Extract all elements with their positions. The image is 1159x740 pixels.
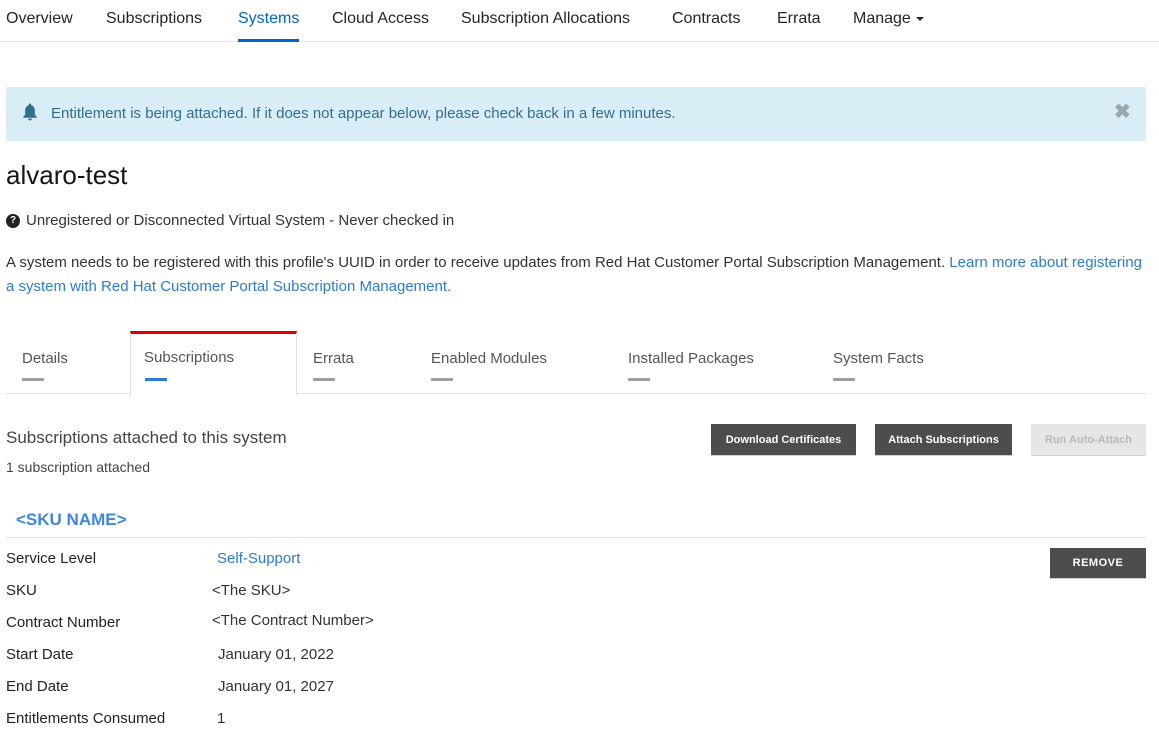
field-label-end-date: End Date: [6, 678, 69, 695]
caret-down-icon: [915, 16, 924, 21]
close-icon[interactable]: ✖: [1114, 101, 1131, 123]
question-circle-icon: ?: [6, 213, 20, 228]
tab-indicator: [22, 378, 44, 381]
page-title: alvaro-test: [6, 160, 128, 190]
field-value-contract-number: <The Contract Number>: [212, 612, 374, 629]
tab-label: Enabled Modules: [431, 350, 547, 367]
tab-installed-packages[interactable]: Installed Packages: [611, 331, 811, 394]
field-label-entitlements-consumed: Entitlements Consumed: [6, 710, 166, 727]
field-value-end-date: January 01, 2027: [218, 678, 334, 695]
bell-icon: [23, 103, 37, 121]
nav-cloud-access[interactable]: Cloud Access: [332, 10, 429, 41]
top-navigation: Overview Subscriptions Systems Cloud Acc…: [0, 0, 1159, 42]
section-title: Subscriptions attached to this system: [6, 428, 287, 447]
tab-indicator: [313, 378, 335, 381]
field-label-sku: SKU: [6, 582, 37, 599]
field-label-start-date: Start Date: [6, 646, 74, 663]
info-alert: Entitlement is being attached. If it doe…: [6, 87, 1146, 141]
tab-enabled-modules[interactable]: Enabled Modules: [415, 331, 611, 394]
system-tabs: Details Subscriptions Errata Enabled Mod…: [6, 331, 1146, 395]
nav-errata[interactable]: Errata: [777, 10, 821, 41]
nav-manage-dropdown[interactable]: Manage: [853, 10, 924, 41]
tab-errata[interactable]: Errata: [297, 331, 415, 394]
download-certificates-button[interactable]: Download Certificates: [711, 424, 856, 456]
nav-manage-label: Manage: [853, 10, 911, 27]
nav-subscription-allocations[interactable]: Subscription Allocations: [461, 10, 630, 41]
tab-indicator: [145, 378, 167, 381]
alert-message: Entitlement is being attached. If it doe…: [51, 105, 676, 122]
field-value-start-date: January 01, 2022: [218, 646, 334, 663]
remove-subscription-button[interactable]: REMOVE: [1050, 548, 1146, 579]
nav-subscriptions[interactable]: Subscriptions: [106, 10, 202, 41]
subscription-count: 1 subscription attached: [6, 459, 150, 475]
system-status: ? Unregistered or Disconnected Virtual S…: [6, 212, 454, 229]
tab-label: Installed Packages: [628, 350, 754, 367]
field-label-service-level: Service Level: [6, 550, 97, 567]
system-status-text: Unregistered or Disconnected Virtual Sys…: [26, 212, 455, 229]
attach-subscriptions-button[interactable]: Attach Subscriptions: [875, 424, 1012, 456]
nav-contracts[interactable]: Contracts: [672, 10, 740, 41]
tab-indicator: [833, 378, 855, 381]
field-value-entitlements-consumed: 1: [217, 710, 226, 727]
service-level-link[interactable]: Self-Support: [217, 550, 300, 567]
tab-label: Subscriptions: [144, 349, 235, 366]
tab-subscriptions[interactable]: Subscriptions: [130, 331, 297, 395]
tab-label: Errata: [313, 350, 354, 367]
tab-system-facts[interactable]: System Facts: [811, 331, 971, 394]
field-label-contract-number: Contract Number: [6, 614, 121, 631]
description-text: A system needs to be registered with thi…: [6, 254, 950, 271]
nav-overview[interactable]: Overview: [6, 10, 73, 41]
tab-label: System Facts: [833, 350, 924, 367]
tab-details[interactable]: Details: [6, 331, 130, 394]
divider: [6, 537, 1146, 538]
field-value-sku: <The SKU>: [212, 582, 291, 599]
run-auto-attach-button: Run Auto-Attach: [1031, 424, 1146, 456]
tab-indicator: [628, 378, 650, 381]
nav-systems[interactable]: Systems: [238, 10, 300, 42]
tab-indicator: [431, 378, 453, 381]
registration-description: A system needs to be registered with thi…: [6, 251, 1151, 299]
sku-name-link[interactable]: <SKU NAME>: [16, 510, 127, 530]
tab-label: Details: [22, 350, 68, 367]
